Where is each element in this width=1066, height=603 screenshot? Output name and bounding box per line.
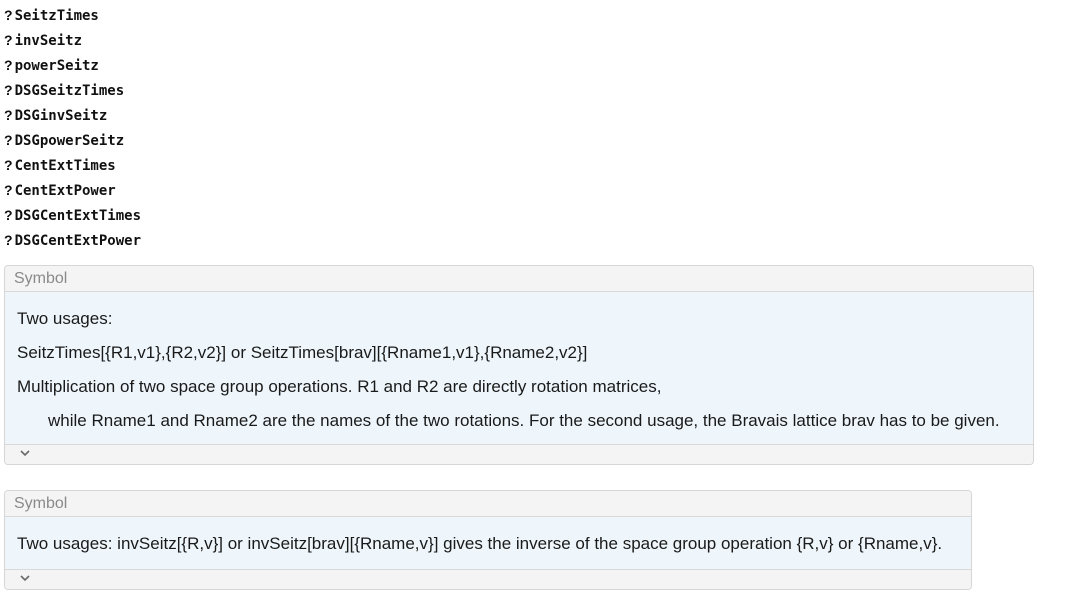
query-item[interactable]: ? DSGSeitzTimes (4, 79, 141, 104)
usage-text: Multiplication of two space group operat… (17, 377, 662, 396)
query-name: invSeitz (14, 33, 82, 49)
query-mark: ? (4, 32, 13, 48)
panel-expand-bar[interactable] (5, 444, 1033, 464)
query-name: CentExtPower (14, 183, 116, 199)
chevron-down-icon[interactable] (19, 448, 31, 458)
query-item[interactable]: ? CentExtTimes (4, 154, 141, 179)
query-mark: ? (4, 207, 13, 223)
panel-header: Symbol (5, 491, 971, 517)
query-item[interactable]: ? CentExtPower (4, 179, 141, 204)
query-item[interactable]: ? invSeitz (4, 29, 141, 54)
chevron-down-icon[interactable] (19, 573, 31, 583)
query-item[interactable]: ? powerSeitz (4, 54, 141, 79)
usage-text: Two usages: (17, 309, 113, 328)
query-mark: ? (4, 182, 13, 198)
query-mark: ? (4, 232, 13, 248)
query-name: CentExtTimes (14, 158, 116, 174)
query-mark: ? (4, 57, 13, 73)
panel-expand-bar[interactable] (5, 569, 971, 589)
query-mark: ? (4, 157, 13, 173)
query-mark: ? (4, 82, 13, 98)
panel-body: Two usages: SeitzTimes[{R1,v1},{R2,v2}] … (5, 292, 1033, 444)
symbol-info-panel-seitztimes: Symbol Two usages: SeitzTimes[{R1,v1},{R… (4, 265, 1034, 465)
query-mark: ? (4, 7, 13, 23)
query-name: powerSeitz (14, 58, 99, 74)
query-name: DSGCentExtPower (14, 233, 141, 249)
query-mark: ? (4, 107, 13, 123)
symbol-info-panel-invseitz: Symbol Two usages: invSeitz[{R,v}] or in… (4, 490, 972, 590)
query-name: DSGinvSeitz (14, 108, 108, 124)
query-mark: ? (4, 132, 13, 148)
query-name: SeitzTimes (14, 8, 99, 24)
query-name: DSGpowerSeitz (14, 133, 125, 149)
query-name: DSGCentExtTimes (14, 208, 141, 224)
query-item[interactable]: ? DSGCentExtPower (4, 229, 141, 254)
query-item[interactable]: ? DSGpowerSeitz (4, 129, 141, 154)
query-list: ? SeitzTimes ? invSeitz ? powerSeitz ? DSGSe… (4, 4, 141, 254)
usage-text: while Rname1 and Rname2 are the names of… (48, 411, 1000, 430)
query-item[interactable]: ? DSGinvSeitz (4, 104, 141, 129)
query-item[interactable]: ? DSGCentExtTimes (4, 204, 141, 229)
panel-body: Two usages: invSeitz[{R,v}] or invSeitz[… (5, 517, 971, 569)
query-name: DSGSeitzTimes (14, 83, 125, 99)
panel-header: Symbol (5, 266, 1033, 292)
usage-text: SeitzTimes[{R1,v1},{R2,v2}] or SeitzTime… (17, 343, 588, 362)
query-item[interactable]: ? SeitzTimes (4, 4, 141, 29)
usage-text: Two usages: invSeitz[{R,v}] or invSeitz[… (17, 534, 943, 553)
